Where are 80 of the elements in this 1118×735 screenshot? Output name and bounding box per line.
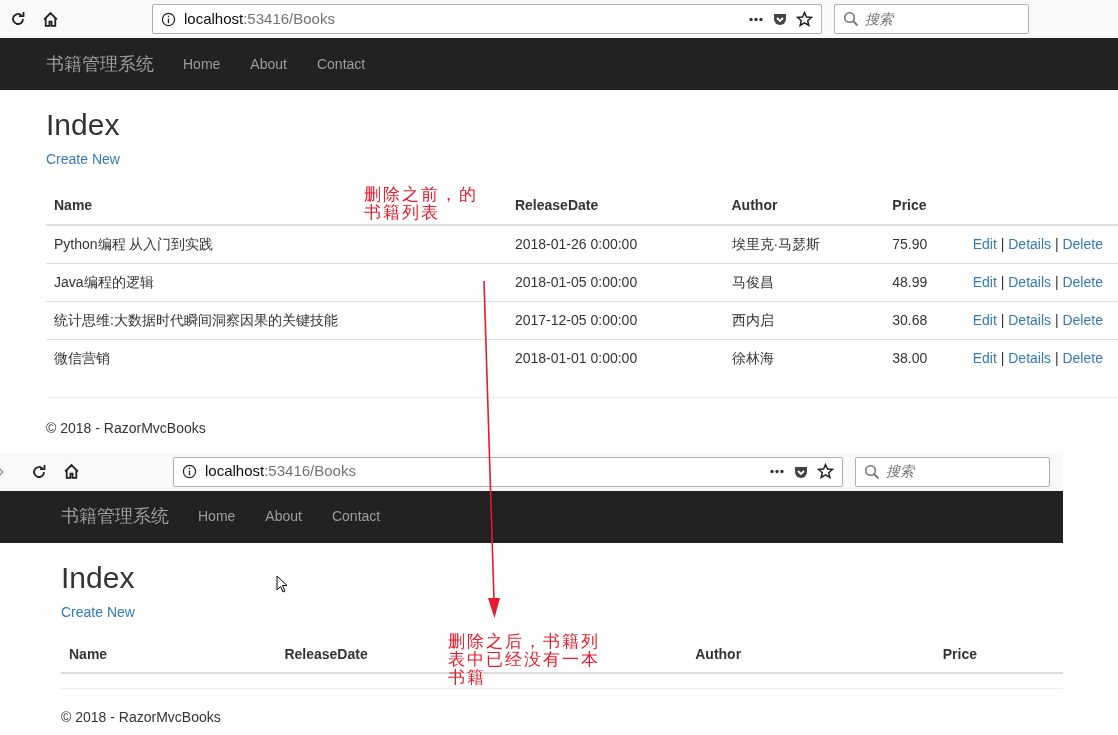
table-cell: 2018-01-05 0:00:00: [506, 263, 724, 302]
page-title: Index: [61, 560, 135, 594]
action-link[interactable]: Delete: [1062, 273, 1103, 290]
action-link[interactable]: Delete: [1062, 311, 1103, 328]
search-icon: [843, 11, 859, 27]
url-text: localhost:53416/Books: [205, 461, 357, 482]
separator: |: [1000, 235, 1005, 252]
url-text: localhost:53416/Books: [184, 8, 336, 29]
info-icon: [182, 464, 197, 480]
table-cell: 西内启: [723, 301, 885, 340]
column-header: ReleaseDate: [506, 188, 724, 225]
search-box[interactable]: 搜索: [834, 4, 1029, 34]
nav-link[interactable]: About: [250, 506, 317, 528]
action-link[interactable]: Details: [1008, 235, 1052, 252]
footer-text: © 2018 - RazorMvcBooks: [61, 708, 222, 728]
table-cell: 30.68: [884, 301, 965, 340]
table-cell: 2017-12-05 0:00:00: [506, 301, 724, 340]
more-icon[interactable]: [769, 469, 785, 475]
separator: |: [1054, 349, 1059, 366]
brand-link[interactable]: 书籍管理系统: [61, 503, 169, 531]
table-cell: 38.00: [884, 339, 965, 377]
search-box[interactable]: 搜索: [855, 456, 1050, 487]
action-link[interactable]: Details: [1008, 311, 1052, 328]
nav-link[interactable]: Contact: [301, 53, 381, 75]
search-field[interactable]: 搜索: [865, 8, 1015, 30]
action-link[interactable]: Edit: [972, 235, 997, 252]
table-cell: 2018-01-01 0:00:00: [506, 339, 724, 377]
search-field[interactable]: 搜索: [886, 461, 1036, 483]
separator: |: [1000, 273, 1005, 290]
pocket-icon[interactable]: [772, 11, 788, 27]
action-link[interactable]: Details: [1008, 349, 1052, 366]
nav-link[interactable]: About: [235, 53, 302, 75]
action-link[interactable]: Delete: [1062, 349, 1103, 366]
action-link[interactable]: Edit: [972, 273, 997, 290]
brand-link[interactable]: 书籍管理系统: [46, 50, 154, 78]
home-icon[interactable]: [63, 463, 80, 481]
table-cell: 徐林海: [723, 339, 885, 377]
column-header: Name: [61, 636, 277, 674]
table-cell: 马俊昌: [723, 263, 885, 302]
info-icon: [161, 11, 176, 27]
separator: |: [1054, 235, 1059, 252]
column-header: Price: [934, 636, 1063, 674]
action-link[interactable]: Edit: [972, 349, 997, 366]
table-cell: 75.90: [884, 224, 965, 264]
reload-icon[interactable]: [10, 11, 26, 27]
separator: |: [1054, 273, 1059, 290]
star-icon[interactable]: [796, 10, 813, 28]
star-icon[interactable]: [817, 463, 834, 481]
reload-icon[interactable]: [31, 463, 47, 480]
action-link[interactable]: Details: [1008, 273, 1052, 290]
mouse-pointer-icon: [276, 575, 288, 593]
separator: |: [1054, 311, 1059, 328]
table-cell: 统计思维:大数据时代瞬间洞察因果的关键技能: [46, 301, 507, 340]
separator: |: [1000, 349, 1005, 366]
more-icon[interactable]: [748, 16, 764, 22]
column-header: Price: [884, 188, 965, 225]
column-header: Author: [687, 636, 935, 674]
table-cell: 2018-01-26 0:00:00: [506, 224, 724, 264]
annotation-text: 删除之前，的 书籍列表: [364, 186, 478, 222]
footer-text: © 2018 - RazorMvcBooks: [46, 418, 207, 438]
nav-link[interactable]: Home: [168, 53, 236, 75]
column-header: Author: [723, 188, 885, 225]
table-cell: Python编程 从入门到实践: [46, 224, 507, 264]
action-link[interactable]: Edit: [972, 311, 997, 328]
annotation-text: 删除之后，书籍列 表中已经没有一本 书籍: [448, 633, 600, 687]
create-new-link[interactable]: Create New: [61, 601, 135, 623]
table-cell: 48.99: [884, 263, 965, 302]
separator: |: [1000, 311, 1005, 328]
action-link[interactable]: Delete: [1062, 235, 1103, 252]
nav-link[interactable]: Home: [183, 506, 251, 528]
home-icon[interactable]: [42, 10, 59, 28]
table-cell: 埃里克·马瑟斯: [723, 224, 885, 264]
nav-link[interactable]: Contact: [316, 506, 396, 528]
create-new-link[interactable]: Create New: [46, 149, 120, 170]
address-bar[interactable]: localhost:53416/Books: [152, 4, 822, 34]
page-title: Index: [46, 108, 120, 141]
address-bar[interactable]: localhost:53416/Books: [173, 456, 843, 487]
search-icon: [864, 463, 880, 480]
table-cell: Java编程的逻辑: [46, 263, 507, 302]
table-cell: 微信营销: [46, 339, 507, 377]
